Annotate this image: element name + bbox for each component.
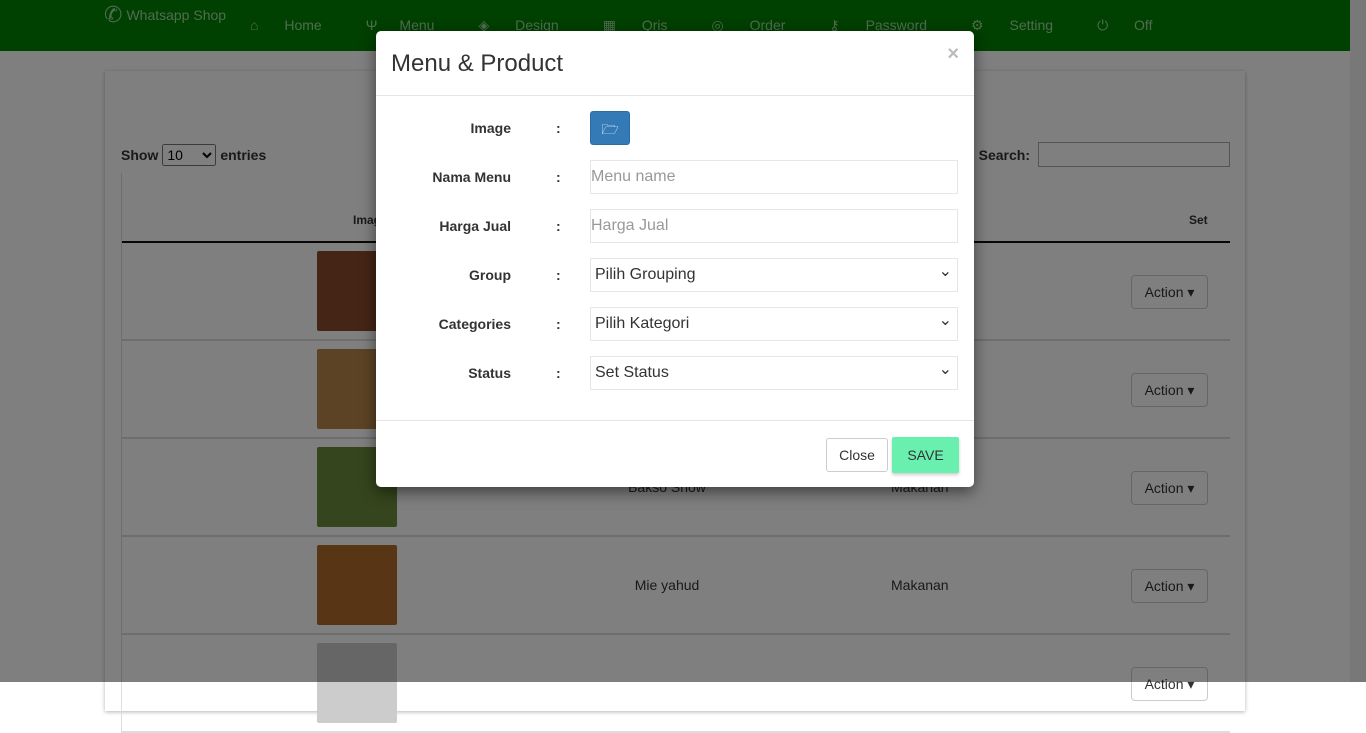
field-label: Harga Jual (439, 218, 511, 234)
modal-footer: Close SAVE (376, 420, 974, 487)
colon: : (556, 267, 561, 283)
menu-product-modal: Menu & Product × Image: 🗁 Nama Menu: Menu n… (376, 31, 974, 487)
image-upload-button[interactable]: 🗁 (590, 111, 630, 145)
categories-row: Categories: Pilih Kategori (376, 307, 974, 341)
close-icon[interactable]: × (947, 43, 959, 66)
field-label: Image (470, 120, 511, 136)
menu-name-input[interactable]: Menu name (590, 160, 958, 194)
colon: : (556, 316, 561, 332)
status-row: Status: Set Status (376, 356, 974, 390)
group-select[interactable]: Pilih Grouping (590, 258, 958, 292)
nama-menu-row: Nama Menu: Menu name (376, 160, 974, 194)
colon: : (556, 218, 561, 234)
group-row: Group: Pilih Grouping (376, 258, 974, 292)
colon: : (556, 169, 561, 185)
close-button[interactable]: Close (826, 438, 888, 472)
field-label: Group (469, 267, 511, 283)
image-row: Image: 🗁 (376, 111, 974, 145)
save-button[interactable]: SAVE (892, 437, 959, 473)
price-input[interactable]: Harga Jual (590, 209, 958, 243)
field-label: Categories (438, 316, 511, 332)
folder-open-icon: 🗁 (601, 121, 619, 137)
field-label: Nama Menu (432, 169, 511, 185)
modal-header: Menu & Product × (376, 31, 974, 96)
colon: : (556, 365, 561, 381)
colon: : (556, 120, 561, 136)
harga-jual-row: Harga Jual: Harga Jual (376, 209, 974, 243)
category-select[interactable]: Pilih Kategori (590, 307, 958, 341)
field-label: Status (468, 365, 511, 381)
modal-title: Menu & Product (391, 50, 564, 77)
status-select[interactable]: Set Status (590, 356, 958, 390)
